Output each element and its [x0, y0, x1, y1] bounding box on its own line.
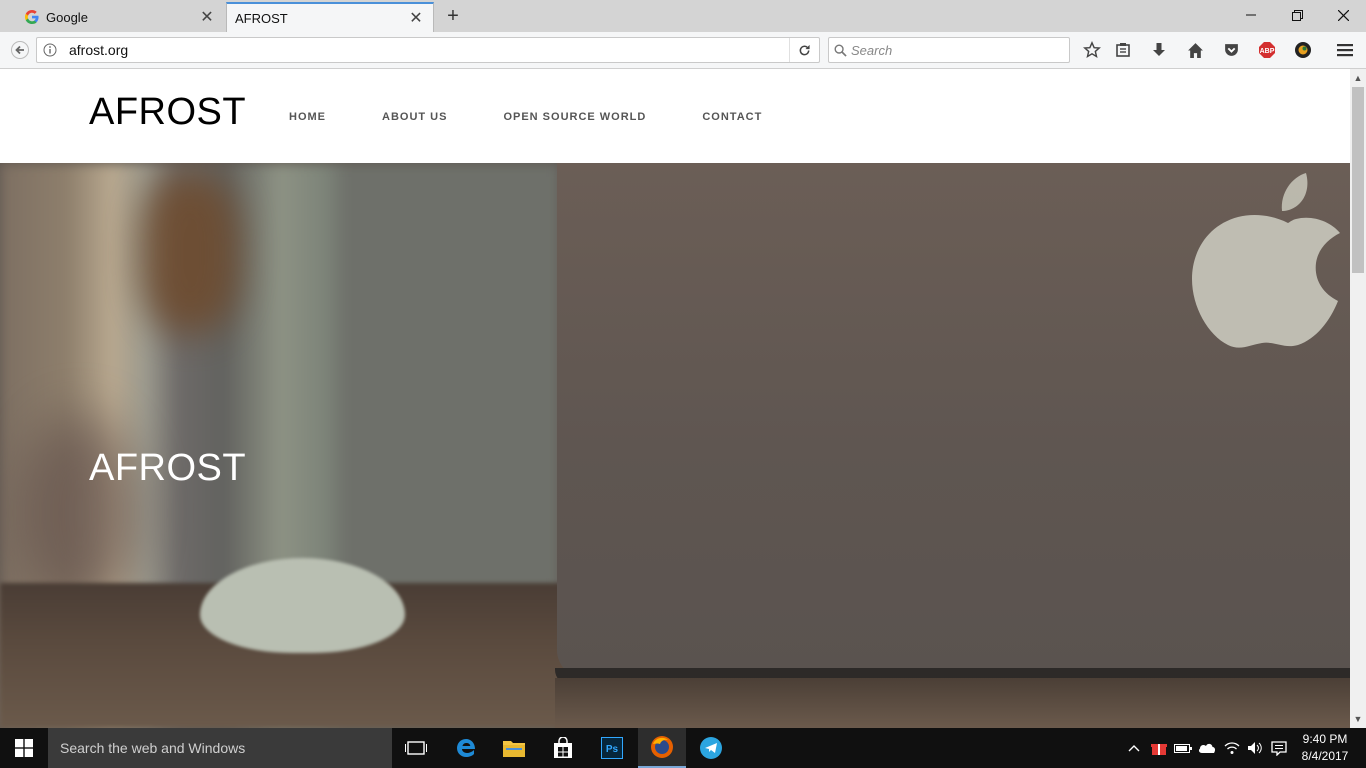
- tab-title: Google: [46, 9, 88, 25]
- web-page: AFROST HOME ABOUT US OPEN SOURCE WORLD C…: [0, 69, 1350, 728]
- main-menu: HOME ABOUT US OPEN SOURCE WORLD CONTACT: [289, 111, 818, 123]
- download-icon[interactable]: [1147, 38, 1171, 62]
- task-view-icon[interactable]: [392, 728, 440, 768]
- scrollbar-thumb[interactable]: [1352, 87, 1364, 273]
- file-explorer-icon[interactable]: [490, 728, 538, 768]
- svg-text:ABP: ABP: [1260, 48, 1275, 55]
- site-header: AFROST HOME ABOUT US OPEN SOURCE WORLD C…: [0, 69, 1350, 163]
- close-window-button[interactable]: [1320, 0, 1366, 30]
- close-icon[interactable]: ✕: [407, 9, 425, 27]
- search-icon: [829, 44, 851, 57]
- reading-list-icon[interactable]: [1111, 38, 1135, 62]
- info-icon[interactable]: [37, 38, 63, 62]
- onedrive-icon[interactable]: [1196, 728, 1218, 768]
- photoshop-icon[interactable]: Ps: [588, 728, 636, 768]
- battery-icon[interactable]: [1172, 728, 1194, 768]
- menu-item-about-us[interactable]: ABOUT US: [382, 111, 447, 123]
- apple-logo-icon: [1192, 173, 1340, 348]
- menu-item-home[interactable]: HOME: [289, 111, 326, 123]
- tab-google[interactable]: Google ✕: [12, 2, 224, 32]
- reload-icon[interactable]: [789, 38, 819, 62]
- minimize-button[interactable]: [1228, 0, 1274, 30]
- clock-time: 9:40 PM: [1302, 732, 1348, 746]
- action-center-icon[interactable]: [1268, 728, 1290, 768]
- tab-afrost[interactable]: AFROST ✕: [226, 2, 434, 32]
- back-button[interactable]: [6, 37, 34, 63]
- show-hidden-icons-icon[interactable]: [1126, 728, 1142, 768]
- hero-title: AFROST: [89, 447, 247, 489]
- new-tab-button[interactable]: +: [442, 5, 464, 27]
- wifi-icon[interactable]: [1221, 728, 1243, 768]
- hero-table-front: [555, 678, 1350, 728]
- hero-banner: AFROST: [0, 163, 1350, 728]
- home-icon[interactable]: [1183, 38, 1207, 62]
- scroll-down-icon[interactable]: ▼: [1350, 711, 1366, 727]
- url-text[interactable]: afrost.org: [69, 42, 789, 58]
- taskbar-clock[interactable]: 9:40 PM 8/4/2017: [1296, 731, 1354, 765]
- site-logo[interactable]: AFROST: [89, 91, 246, 134]
- tab-strip: Google ✕ AFROST ✕ +: [0, 0, 1366, 32]
- gift-icon[interactable]: [1148, 728, 1170, 768]
- menu-item-open-source-world[interactable]: OPEN SOURCE WORLD: [503, 111, 646, 123]
- clock-date: 8/4/2017: [1301, 749, 1349, 763]
- scroll-up-icon[interactable]: ▲: [1350, 70, 1366, 86]
- firefox-icon[interactable]: [638, 728, 686, 768]
- back-arrow-icon: [11, 41, 29, 59]
- extension-icon[interactable]: [1291, 38, 1315, 62]
- google-icon: [24, 9, 40, 25]
- pocket-icon[interactable]: [1219, 38, 1243, 62]
- menu-icon[interactable]: [1333, 38, 1357, 62]
- tab-title: AFROST: [235, 10, 288, 26]
- menu-item-contact[interactable]: CONTACT: [702, 111, 762, 123]
- bookmark-star-icon[interactable]: [1080, 38, 1104, 62]
- edge-icon[interactable]: [442, 728, 490, 768]
- taskbar-search-box[interactable]: Search the web and Windows: [48, 728, 392, 768]
- windows-taskbar: Search the web and Windows Ps 9:40 PM 8/…: [0, 728, 1366, 768]
- page-scrollbar[interactable]: ▲ ▼: [1350, 69, 1366, 728]
- adblock-icon[interactable]: ABP: [1255, 38, 1279, 62]
- restore-button[interactable]: [1274, 0, 1320, 30]
- navigation-bar: afrost.org ABP: [0, 32, 1366, 69]
- search-input[interactable]: [851, 42, 1051, 58]
- windows-logo-icon: [15, 739, 33, 757]
- search-bar[interactable]: [828, 37, 1070, 63]
- telegram-icon[interactable]: [687, 728, 735, 768]
- svg-text:Ps: Ps: [606, 744, 619, 755]
- start-button[interactable]: [0, 728, 48, 768]
- hero-blur-shape: [140, 173, 240, 333]
- taskbar-search-text: Search the web and Windows: [60, 740, 246, 756]
- close-icon[interactable]: ✕: [198, 8, 216, 26]
- url-bar[interactable]: afrost.org: [36, 37, 820, 63]
- volume-icon[interactable]: [1244, 728, 1266, 768]
- store-icon[interactable]: [539, 728, 587, 768]
